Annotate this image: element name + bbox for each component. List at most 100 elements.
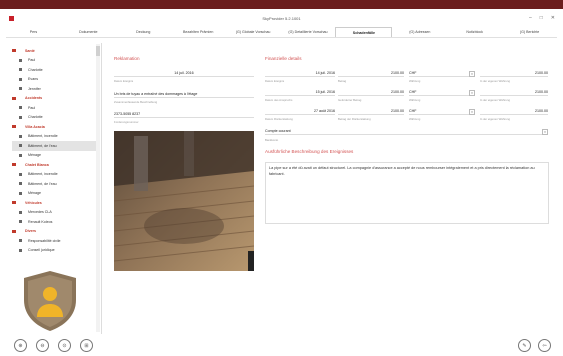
folder-icon — [12, 96, 16, 100]
minimize-button[interactable]: – — [529, 15, 532, 21]
back-button[interactable]: ⇦ — [538, 339, 551, 352]
document-icon — [19, 210, 22, 214]
tab-item[interactable]: Notizblock — [447, 27, 502, 37]
tree-item[interactable]: Mercedes CLA — [12, 208, 97, 218]
document-icon — [19, 106, 22, 110]
finance-currency-select[interactable]: CHF — [409, 108, 473, 115]
tab-item[interactable]: Bezahlten Prämien — [171, 27, 226, 37]
tab-item[interactable]: (G) Detaillierte Vorschau — [281, 27, 336, 37]
tab-item[interactable]: (G) Adressen — [392, 27, 447, 37]
finance-amount-label: Betrag der Rückerstattung — [338, 117, 371, 121]
document-icon — [19, 87, 22, 91]
finance-date-field[interactable]: 15 juil. 2016 — [265, 89, 335, 96]
finance-total-label: In der eigenen Währung — [480, 117, 511, 121]
tree-label: Ménage — [28, 153, 41, 158]
close-button[interactable]: ✕ — [551, 15, 555, 21]
tree-item[interactable]: Bâtiment, de l'eau — [12, 179, 97, 189]
finance-total-field: 2100.00 — [480, 108, 548, 115]
bank-account-field[interactable]: Compte courant — [265, 128, 545, 135]
tree-label: Accidents — [25, 96, 43, 101]
edit-button[interactable]: ✎ — [518, 339, 531, 352]
tree-item[interactable]: Renault Koleos — [12, 217, 97, 227]
tree-category[interactable]: Véhicules — [12, 198, 97, 208]
claim-section-title: Reklamation — [114, 56, 140, 61]
tree-label: Mercedes CLA — [28, 210, 52, 215]
window-controls: – □ ✕ — [529, 15, 555, 21]
document-icon — [19, 77, 22, 81]
tree-item[interactable]: Ménage — [12, 151, 97, 161]
tree-label: Bâtiment, de l'eau — [28, 181, 57, 186]
claim-reference-field[interactable]: 2373-5055 8237 — [114, 111, 254, 118]
tree-label: Charlotte — [28, 115, 43, 120]
finance-amount-label: Betrag — [338, 79, 347, 83]
footer-action-button[interactable]: ⊖ — [36, 339, 49, 352]
finance-total-label: In der eigenen Währung — [480, 79, 511, 83]
tree-item[interactable]: Conseil juridique — [12, 246, 97, 256]
finance-amount-field[interactable]: 2100.00 — [338, 89, 404, 96]
tab-item[interactable]: (G) Globale Vorschau — [226, 27, 281, 37]
finance-currency-select[interactable]: CHF — [409, 89, 473, 96]
finance-amount-field[interactable]: 2100.00 — [338, 108, 404, 115]
tree-category[interactable]: Accidents — [12, 94, 97, 104]
tree-item[interactable]: Paul — [12, 56, 97, 66]
finance-currency-label: Währung — [409, 79, 421, 83]
category-tree: Santé Paul Charlotte Evans Jennifer Accidents… — [12, 46, 97, 255]
tree-label: Paul — [28, 105, 36, 110]
document-icon — [19, 134, 22, 138]
tree-item[interactable]: Bâtiment, incendie — [12, 170, 97, 180]
tree-item[interactable]: Ménage — [12, 189, 97, 199]
tree-item[interactable]: Charlotte — [12, 65, 97, 75]
tree-category[interactable]: Santé — [12, 46, 97, 56]
tab-item[interactable]: Pers — [6, 27, 61, 37]
tree-category[interactable]: Divers — [12, 227, 97, 237]
document-icon — [19, 58, 22, 62]
tree-item[interactable]: Charlotte — [12, 113, 97, 123]
tab-item[interactable]: (G) Berichte — [502, 27, 557, 37]
tree-item[interactable]: Bâtiment, incendie — [12, 132, 97, 142]
footer-action-button[interactable]: ⊕ — [14, 339, 27, 352]
finance-date-field[interactable]: 27 août 2016 — [265, 108, 335, 115]
tree-item[interactable]: Bâtiment, de l'eau — [12, 141, 97, 151]
currency-dropdown-icon[interactable]: ▾ — [469, 109, 475, 115]
details-section-title: Ausführliche Beschreibung des Ereignisse… — [265, 149, 354, 154]
tree-item[interactable]: Jennifer — [12, 84, 97, 94]
window-title: SkyProvider 5.2.1001 — [262, 15, 301, 21]
maximize-button[interactable]: □ — [540, 15, 543, 21]
tab-item[interactable]: Deckung — [116, 27, 171, 37]
damage-photo — [114, 131, 254, 271]
currency-dropdown-icon[interactable]: ▾ — [469, 71, 475, 77]
tree-category[interactable]: Villa Acacia — [12, 122, 97, 132]
tree-item[interactable]: Responsabilité civile — [12, 236, 97, 246]
footer-right-buttons: ✎ ⇦ — [518, 339, 551, 352]
bank-account-dropdown-icon[interactable]: ▾ — [542, 129, 548, 135]
claim-date-field[interactable]: 14 juil. 2016 — [114, 70, 254, 77]
user-shield-icon — [24, 271, 76, 331]
finance-amount-label: Geforderter Betrag — [338, 98, 362, 102]
tree-item[interactable]: Evans — [12, 75, 97, 85]
tree-label: Chalet Blanca — [25, 162, 49, 167]
top-band — [0, 0, 563, 9]
currency-dropdown-icon[interactable]: ▾ — [469, 90, 475, 96]
sidebar-scrollbar[interactable] — [96, 44, 100, 332]
tree-category[interactable]: Chalet Blanca — [12, 160, 97, 170]
footer-action-button[interactable]: ⊞ — [80, 339, 93, 352]
footer-action-button[interactable]: ⊙ — [58, 339, 71, 352]
finance-total-field: 2100.00 — [480, 89, 548, 96]
document-icon — [19, 191, 22, 195]
finance-date-field[interactable]: 14 juil. 2016 — [265, 70, 335, 77]
footer-left-buttons: ⊕ ⊖ ⊙ ⊞ — [14, 339, 93, 352]
document-icon — [19, 115, 22, 119]
finance-amount-field[interactable]: 2100.00 — [338, 70, 404, 77]
claim-date-label: Datum Ereignis — [114, 79, 134, 83]
claim-description-field[interactable]: Un bris de tuyau a entraîné des dommages… — [114, 91, 254, 98]
tree-label: Bâtiment, de l'eau — [28, 143, 57, 148]
tab-item[interactable]: Schadenfälle — [335, 27, 393, 37]
tree-label: Paul — [28, 58, 36, 63]
tab-item[interactable]: Dokumente — [61, 27, 116, 37]
event-description-textarea[interactable]: La pipe sur a été dû avait un défaut str… — [265, 162, 549, 224]
tree-label: Villa Acacia — [25, 124, 45, 129]
tree-label: Bâtiment, incendie — [28, 172, 58, 177]
finance-currency-select[interactable]: CHF — [409, 70, 473, 77]
tree-item[interactable]: Paul — [12, 103, 97, 113]
scrollbar-thumb[interactable] — [96, 46, 100, 56]
